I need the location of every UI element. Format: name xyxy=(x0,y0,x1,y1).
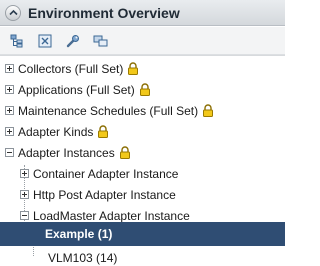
lock-icon xyxy=(98,125,109,138)
collapse-panel-button[interactable] xyxy=(5,4,21,21)
tree-item-maintenance-schedules[interactable]: Maintenance Schedules (Full Set) xyxy=(0,100,285,121)
wrench-icon xyxy=(66,34,79,47)
expand-tree-icon xyxy=(10,34,23,47)
tree-item-container-adapter-instance[interactable]: Container Adapter Instance xyxy=(0,163,285,184)
expand-toggle[interactable] xyxy=(20,169,29,178)
refresh-icon xyxy=(93,35,108,46)
tree-item-adapter-instances[interactable]: Adapter Instances xyxy=(0,142,285,163)
configure-button[interactable] xyxy=(64,32,82,50)
panel-header: Environment Overview xyxy=(0,0,285,26)
collapse-all-button[interactable] xyxy=(36,32,54,50)
expand-toggle[interactable] xyxy=(20,190,29,199)
toolbar xyxy=(0,27,285,55)
environment-tree: Collectors (Full Set) Applications (Full… xyxy=(0,55,285,266)
lock-icon xyxy=(203,104,214,117)
expand-all-button[interactable] xyxy=(8,32,26,50)
lock-icon xyxy=(139,83,150,96)
collapse-toggle[interactable] xyxy=(20,211,29,220)
tree-item-example[interactable]: Example (1) xyxy=(0,222,285,246)
tree-item-adapter-kinds[interactable]: Adapter Kinds xyxy=(0,121,285,142)
collapse-toggle[interactable] xyxy=(5,148,14,157)
expand-toggle[interactable] xyxy=(5,85,14,94)
refresh-button[interactable] xyxy=(92,32,110,50)
expand-toggle[interactable] xyxy=(5,127,14,136)
lock-icon xyxy=(128,62,139,75)
tree-item-http-post-adapter-instance[interactable]: Http Post Adapter Instance xyxy=(0,184,285,205)
tree-item-applications[interactable]: Applications (Full Set) xyxy=(0,79,285,100)
lock-icon xyxy=(119,146,130,159)
expand-toggle[interactable] xyxy=(5,106,14,115)
collapse-tree-icon xyxy=(38,34,52,47)
tree-item-vlm103[interactable]: VLM103 (14) xyxy=(0,247,285,266)
chevron-up-icon xyxy=(8,9,18,16)
expand-toggle[interactable] xyxy=(5,64,14,73)
tree-item-collectors[interactable]: Collectors (Full Set) xyxy=(0,58,285,79)
panel-title: Environment Overview xyxy=(28,4,180,21)
